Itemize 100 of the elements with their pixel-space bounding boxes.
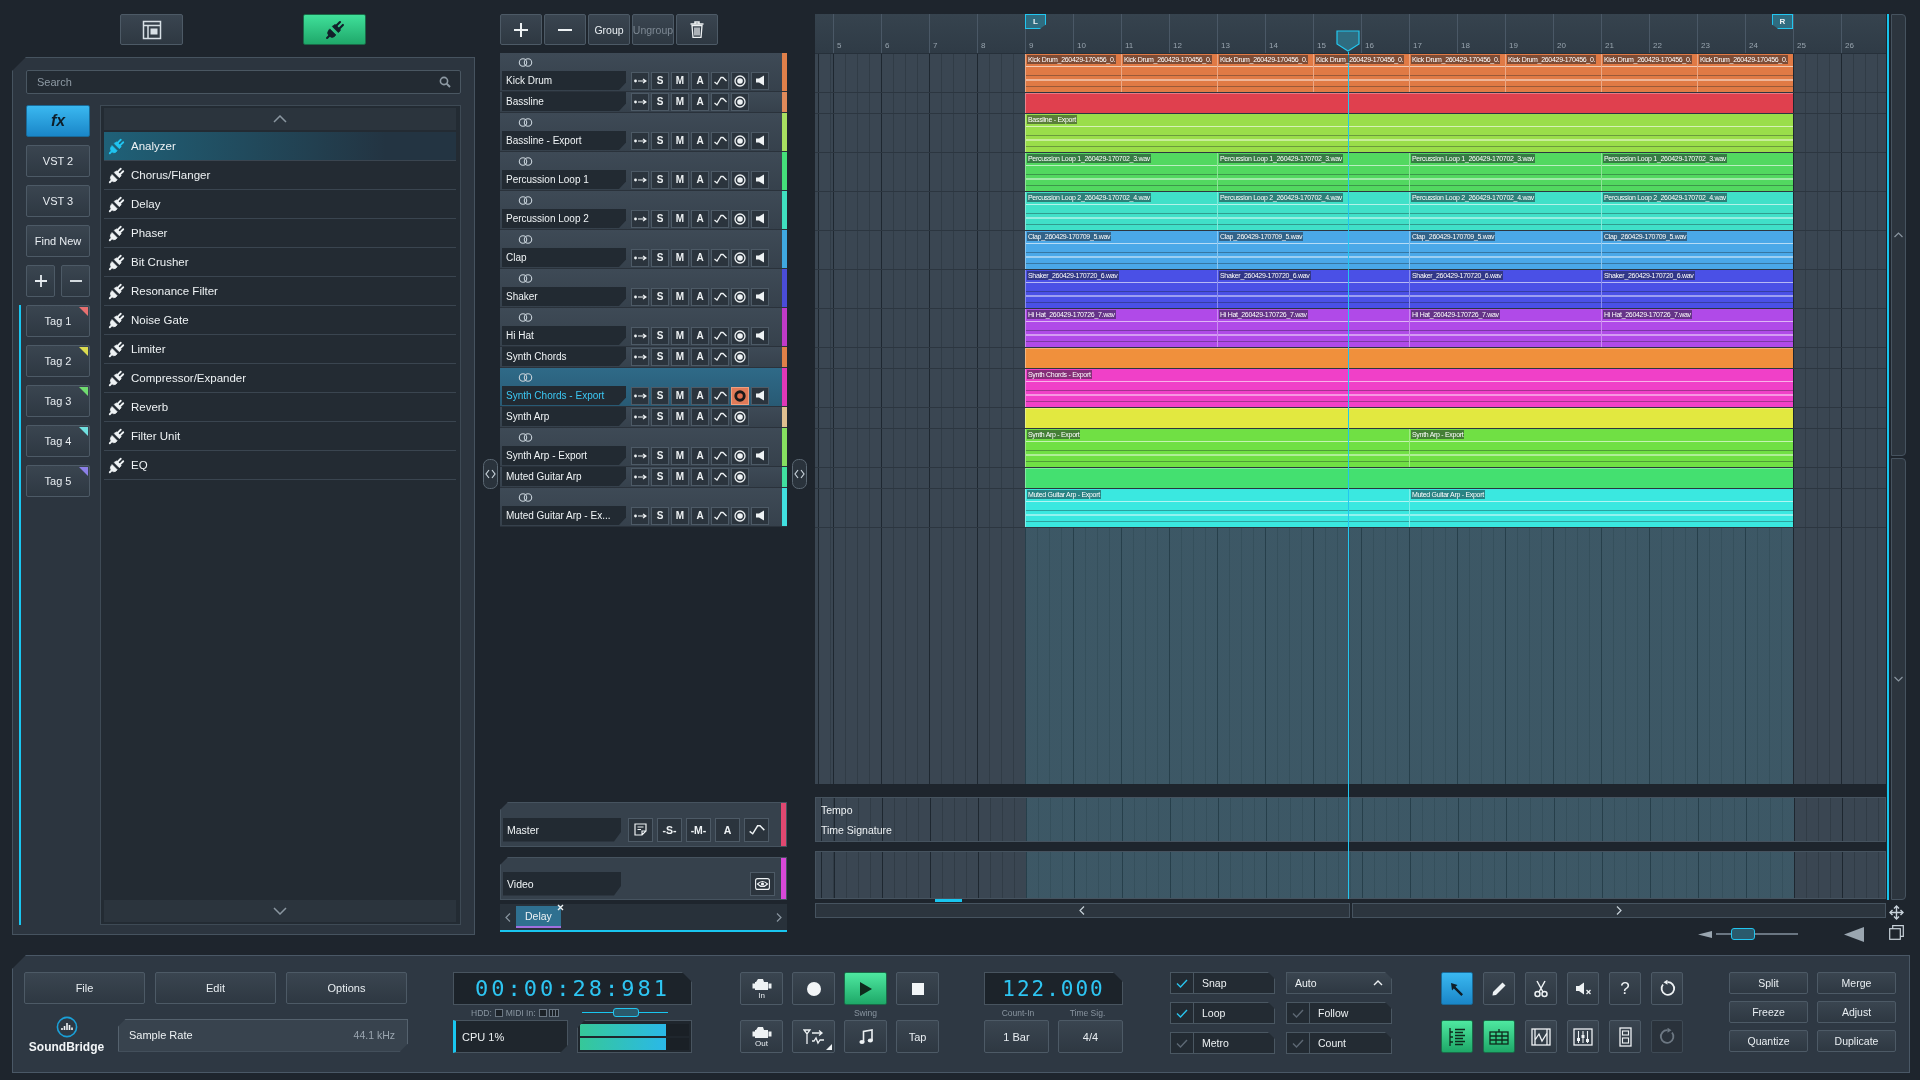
close-icon[interactable] — [556, 904, 564, 911]
record-button[interactable] — [792, 972, 835, 1005]
track-header[interactable]: Synth Arp S M A — [500, 407, 787, 428]
edit-command-button[interactable]: Freeze — [1729, 1001, 1808, 1023]
monitor-button[interactable] — [751, 248, 769, 267]
add-track-button[interactable] — [500, 14, 542, 45]
mute-button[interactable]: M — [671, 446, 689, 465]
track-header[interactable]: Percussion Loop 2 S M A — [500, 191, 787, 230]
tap-tempo-button[interactable]: Tap — [896, 1020, 939, 1053]
plugin-list-item[interactable]: Chorus/Flanger — [104, 161, 456, 190]
automation-mode-button[interactable]: A — [691, 407, 709, 426]
window-icon[interactable] — [1889, 925, 1904, 940]
play-button[interactable] — [844, 972, 887, 1005]
record-arm-button[interactable] — [731, 467, 749, 486]
chevron-up-icon[interactable] — [1894, 232, 1903, 238]
input-routing-button[interactable] — [631, 287, 649, 306]
monitor-button[interactable] — [751, 506, 769, 525]
scissors-tool-button[interactable] — [1525, 972, 1557, 1005]
mute-button[interactable]: M — [671, 467, 689, 486]
automation-mode-button[interactable]: A — [715, 817, 740, 842]
track-header[interactable]: Synth Chords S M A — [500, 347, 787, 368]
link-rings-icon[interactable] — [518, 157, 533, 166]
record-arm-button[interactable] — [731, 170, 749, 189]
count-in-button[interactable]: 1 Bar — [984, 1020, 1049, 1053]
plugin-list-item[interactable]: Resonance Filter — [104, 277, 456, 306]
automation-mode-button[interactable]: A — [691, 386, 709, 405]
monitor-button[interactable] — [751, 446, 769, 465]
chevron-up-icon[interactable] — [273, 115, 287, 123]
pencil-tool-button[interactable] — [1483, 972, 1515, 1005]
locator-marker[interactable]: R — [1772, 14, 1793, 29]
mute-button[interactable]: M — [671, 170, 689, 189]
toggle-checkbox[interactable]: Metro — [1170, 1032, 1275, 1054]
automation-mode-dropdown[interactable]: Auto — [1286, 972, 1392, 994]
solo-button[interactable]: S — [651, 170, 669, 189]
track-name-field[interactable]: Synth Arp — [502, 407, 626, 426]
mute-button[interactable]: M — [671, 506, 689, 525]
tag-button[interactable]: Tag 2 — [26, 345, 90, 377]
solo-button[interactable]: S — [651, 467, 669, 486]
record-arm-button[interactable] — [731, 248, 749, 267]
link-rings-icon[interactable] — [518, 196, 533, 205]
record-arm-button[interactable] — [731, 131, 749, 150]
clip-block[interactable] — [1025, 408, 1793, 428]
input-routing-button[interactable] — [631, 446, 649, 465]
input-routing-button[interactable] — [631, 407, 649, 426]
automation-lane-button[interactable] — [711, 170, 729, 189]
edit-command-button[interactable]: Duplicate — [1817, 1030, 1896, 1052]
automation-mode-button[interactable]: A — [691, 170, 709, 189]
monitor-button[interactable] — [751, 326, 769, 345]
layout-view-button[interactable] — [120, 14, 183, 45]
solo-button[interactable]: S — [651, 347, 669, 366]
mute-button[interactable]: M — [671, 407, 689, 426]
editor-tool-button[interactable] — [1483, 1020, 1515, 1053]
track-header[interactable]: Bassline - Export S M A — [500, 113, 787, 152]
zoom-slider-thumb[interactable] — [1730, 928, 1755, 940]
automation-mode-button[interactable]: A — [691, 326, 709, 345]
record-arm-button[interactable] — [731, 506, 749, 525]
monitor-button[interactable] — [751, 71, 769, 90]
solo-button[interactable]: S — [651, 71, 669, 90]
tag-button[interactable]: Tag 3 — [26, 385, 90, 417]
device-tool-button[interactable] — [1609, 1020, 1641, 1053]
edit-command-button[interactable]: Adjust — [1817, 1001, 1896, 1023]
automation-mode-button[interactable]: A — [691, 92, 709, 111]
track-name-field[interactable]: Synth Arp - Export — [502, 446, 626, 465]
link-rings-icon[interactable] — [518, 373, 533, 382]
delete-track-button[interactable] — [676, 14, 718, 45]
category-button[interactable]: Find New — [26, 225, 90, 257]
monitor-button[interactable] — [751, 209, 769, 228]
horizontal-scrollbar[interactable] — [815, 903, 1350, 918]
record-arm-button[interactable] — [731, 347, 749, 366]
panel-resize-handle-icon[interactable] — [791, 459, 807, 489]
mute-button[interactable]: M — [671, 347, 689, 366]
stop-button[interactable] — [896, 972, 939, 1005]
chevron-down-icon[interactable] — [1894, 676, 1903, 682]
sample-rate-field[interactable]: Sample Rate 44.1 kHz — [118, 1018, 408, 1052]
move-arrows-icon[interactable] — [1889, 905, 1904, 920]
panel-resize-handle-icon[interactable] — [482, 459, 498, 489]
automation-mode-button[interactable]: A — [691, 506, 709, 525]
track-header[interactable]: Clap S M A — [500, 230, 787, 269]
metronome-button[interactable] — [844, 1020, 887, 1053]
track-header[interactable]: Synth Arp - Export S M A — [500, 428, 787, 467]
mute-button[interactable]: M — [671, 131, 689, 150]
track-header[interactable]: Percussion Loop 1 S M A — [500, 152, 787, 191]
input-routing-button[interactable] — [631, 92, 649, 111]
track-name-field[interactable]: Kick Drum — [502, 71, 626, 90]
edit-command-button[interactable]: Quantize — [1729, 1030, 1808, 1052]
automation-lane-button[interactable] — [711, 506, 729, 525]
track-header[interactable]: Shaker S M A — [500, 269, 787, 308]
slider-thumb[interactable] — [613, 1008, 640, 1017]
edit-command-button[interactable]: Split — [1729, 972, 1808, 994]
automation-mode-button[interactable]: A — [691, 71, 709, 90]
record-arm-button[interactable] — [731, 287, 749, 306]
automation-lane-button[interactable] — [711, 407, 729, 426]
automation-mode-button[interactable]: A — [691, 287, 709, 306]
automation-lane-button[interactable] — [711, 71, 729, 90]
time-signature-button[interactable]: 4/4 — [1058, 1020, 1123, 1053]
input-routing-button[interactable] — [631, 326, 649, 345]
search-field[interactable]: Search — [26, 70, 461, 94]
track-name-field[interactable]: Percussion Loop 2 — [502, 209, 626, 228]
locator-marker[interactable]: L — [1025, 14, 1046, 29]
automation-lane-button[interactable] — [711, 287, 729, 306]
